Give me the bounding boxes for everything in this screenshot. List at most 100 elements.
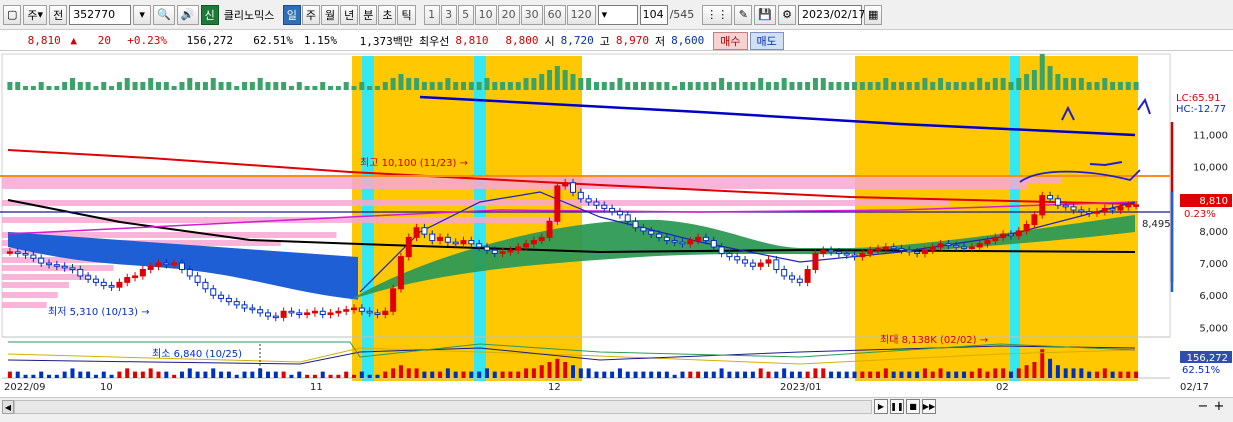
volume-bar xyxy=(782,368,787,378)
scroll-left-icon[interactable]: ◀ xyxy=(2,400,14,414)
volume-bar xyxy=(117,371,122,378)
top-volume-bar xyxy=(461,82,467,90)
calendar-icon[interactable]: ▦ xyxy=(864,4,883,25)
interval-tab-1[interactable]: 1 xyxy=(423,4,440,25)
top-volume-bar xyxy=(1047,66,1053,90)
count-input[interactable]: 104 xyxy=(639,4,668,25)
search-icon[interactable]: 🔍 xyxy=(153,4,175,25)
candle-body xyxy=(921,249,928,254)
volume-bar xyxy=(179,371,184,378)
fast-forward-icon[interactable]: ▶▶ xyxy=(922,399,936,414)
candle-body xyxy=(186,269,193,277)
top-volume-bar xyxy=(484,78,490,90)
interval-input[interactable]: ▾ xyxy=(597,4,638,25)
type-select[interactable]: 주 ▾ xyxy=(23,4,48,25)
volume-bar xyxy=(868,371,873,378)
y-tick-label: 8,000 xyxy=(1199,227,1228,238)
zoom-in-button[interactable]: + xyxy=(1212,399,1226,414)
stock-code-input[interactable]: 352770 xyxy=(69,4,132,25)
period-tab-5[interactable]: 초 xyxy=(378,4,397,25)
candle-body xyxy=(906,249,913,253)
volume-bar xyxy=(797,371,802,378)
top-volume-bar xyxy=(23,86,29,90)
play-icon[interactable]: ▶ xyxy=(874,399,888,414)
period-tab-3[interactable]: 년 xyxy=(340,4,359,25)
market-badge: 신 xyxy=(200,4,219,25)
best-ask: 8,800 xyxy=(505,34,539,47)
top-volume-bar xyxy=(961,82,967,90)
candle-body xyxy=(656,233,663,238)
candle-body xyxy=(953,244,960,248)
interval-tab-120[interactable]: 120 xyxy=(566,4,596,25)
volume-bar xyxy=(133,371,138,378)
x-tick-label: 11 xyxy=(310,382,323,393)
interval-tab-5[interactable]: 5 xyxy=(457,4,474,25)
period-tab-6[interactable]: 틱 xyxy=(397,4,416,25)
candle-body xyxy=(280,310,287,318)
period-tab-0[interactable]: 일 xyxy=(282,4,301,25)
volume-bar xyxy=(492,371,497,378)
top-volume-bar xyxy=(664,82,670,90)
interval-tab-60[interactable]: 60 xyxy=(543,4,566,25)
chart-scrollbar[interactable] xyxy=(14,400,872,414)
candle-body xyxy=(710,240,717,248)
candle-body xyxy=(530,240,537,245)
hc-label: HC:-12.77 xyxy=(1176,104,1226,115)
layout-icon[interactable]: ▢ xyxy=(3,4,22,25)
chart-area[interactable]: 11,00010,0009,0008,0007,0006,0005,000202… xyxy=(0,52,1233,397)
buy-button[interactable]: 매수 xyxy=(713,31,748,50)
grid-icon[interactable]: ⋮⋮ xyxy=(702,4,733,25)
prev-button[interactable]: 전 xyxy=(49,4,68,25)
interval-tab-30[interactable]: 30 xyxy=(520,4,543,25)
top-volume-bar xyxy=(914,82,920,90)
sell-button[interactable]: 매도 xyxy=(749,31,784,50)
top-volume-bar xyxy=(586,78,592,90)
volume-bar xyxy=(62,371,67,378)
save-icon[interactable]: 💾 xyxy=(754,4,776,25)
candle-body xyxy=(61,265,68,269)
top-volume-bar xyxy=(249,82,255,90)
candle-body xyxy=(875,248,882,251)
interval-tab-3[interactable]: 3 xyxy=(440,4,457,25)
candle-body xyxy=(679,241,686,245)
interval-tabs: 1 3 5 10 20 30 60 120 xyxy=(423,4,596,25)
volume-bar xyxy=(586,368,591,378)
date-input[interactable]: 2023/02/17 xyxy=(798,4,865,25)
candle-body xyxy=(961,246,968,250)
interval-tab-20[interactable]: 20 xyxy=(497,4,520,25)
top-volume-bar xyxy=(398,74,404,90)
volume-bar xyxy=(148,368,153,378)
top-volume-bar xyxy=(898,82,904,90)
dropdown-chevron-icon[interactable]: ▾ xyxy=(133,4,152,25)
candle-body xyxy=(882,246,889,250)
price-chart[interactable]: 11,00010,0009,0008,0007,0006,0005,000202… xyxy=(0,52,1233,397)
period-tab-2[interactable]: 월 xyxy=(320,4,340,25)
period-tabs: 일주월년분초틱 xyxy=(282,4,416,25)
period-tab-1[interactable]: 주 xyxy=(301,4,320,25)
period-tab-4[interactable]: 분 xyxy=(359,4,378,25)
top-volume-bar xyxy=(515,82,521,90)
zoom-out-button[interactable]: − xyxy=(1196,399,1210,414)
lc-label: LC:65.91 xyxy=(1176,93,1221,104)
speaker-icon[interactable]: 🔊 xyxy=(176,4,199,25)
x-tick-label: 2022/09 xyxy=(4,382,46,393)
top-volume-bar xyxy=(507,82,513,90)
candle-body xyxy=(22,252,29,256)
volume-bar xyxy=(1001,368,1006,378)
top-volume-bar xyxy=(726,82,732,90)
volume-bar xyxy=(930,371,935,378)
volume-bar xyxy=(398,365,403,378)
volume-bar xyxy=(719,368,724,378)
candle-body xyxy=(264,312,271,317)
pause-icon[interactable]: ❚❚ xyxy=(890,399,904,414)
volume-bar xyxy=(93,374,98,378)
top-volume-bar xyxy=(977,78,983,90)
gear-icon[interactable]: ⚙ xyxy=(778,4,796,25)
top-volume-bar xyxy=(679,82,685,90)
tool-icon[interactable]: ✎ xyxy=(734,4,753,25)
top-volume-bar xyxy=(15,82,21,90)
top-volume-bar xyxy=(1031,70,1037,90)
interval-tab-10[interactable]: 10 xyxy=(474,4,497,25)
stop-icon[interactable]: ■ xyxy=(906,399,920,414)
volume-bar xyxy=(101,371,106,378)
